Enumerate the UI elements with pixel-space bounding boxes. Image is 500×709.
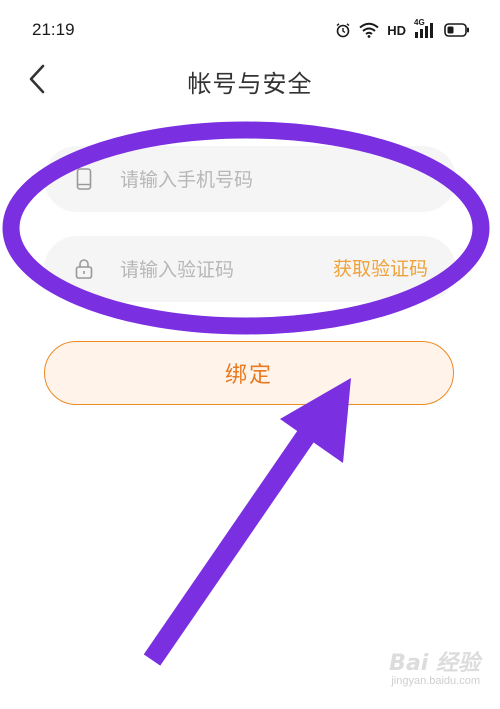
status-bar: 21:19 HD 4G [0,0,500,60]
status-icons: HD 4G [335,18,470,42]
nav-bar: 帐号与安全 [0,56,500,106]
watermark-url: jingyan.baidu.com [391,675,480,687]
watermark: Bai 经验 jingyan.baidu.com [370,645,480,695]
alarm-icon [335,22,351,38]
phone-input[interactable] [118,146,342,214]
code-input[interactable] [118,236,342,304]
get-code-button[interactable]: 获取验证码 [333,236,428,302]
code-field: 获取验证码 [44,236,456,304]
phone-field [44,146,456,214]
watermark-logo: Bai 经验 [389,651,480,676]
battery-icon [444,23,470,37]
page-title: 帐号与安全 [187,70,313,98]
bind-button[interactable]: 绑定 [44,341,454,405]
lock-icon [72,257,96,281]
status-time: 21:19 [32,20,75,39]
hd-label: HD [387,22,406,38]
wifi-icon [359,22,379,38]
signal-icon: 4G [414,18,436,39]
phone-icon [72,167,96,191]
annotation-arrow [143,378,351,666]
